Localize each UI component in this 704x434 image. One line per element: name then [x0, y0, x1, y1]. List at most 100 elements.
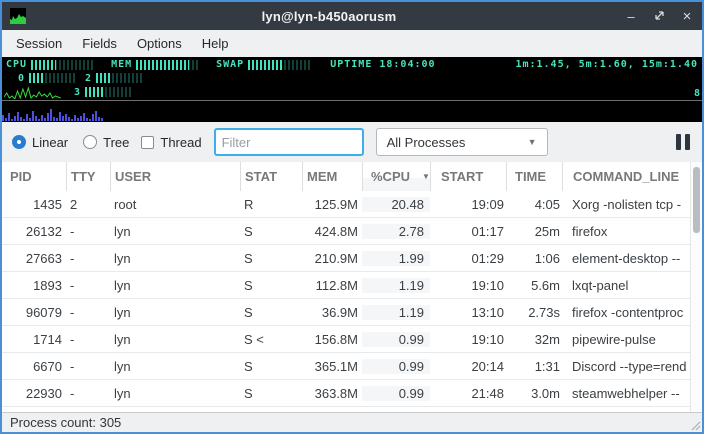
- cell-user: lyn: [110, 305, 240, 320]
- cell-cmd: Xorg -nolisten tcp -: [562, 197, 702, 212]
- minimize-button[interactable]: –: [624, 10, 638, 23]
- thread-checkbox[interactable]: [141, 136, 154, 149]
- cell-time: 32m: [506, 332, 562, 347]
- status-bar: Process count: 305: [2, 412, 702, 432]
- table-row[interactable]: 1893-lynS112.8M1.1919:105.6mlxqt-panel: [2, 272, 702, 299]
- column-header-stat[interactable]: STAT: [240, 162, 302, 191]
- linear-radio[interactable]: [12, 135, 26, 149]
- mem-meter: [136, 60, 198, 70]
- cell-cpu: 0.99: [362, 359, 430, 374]
- cell-time: 25m: [506, 224, 562, 239]
- toolbar: Linear Tree Thread All Processes ▼: [2, 122, 702, 162]
- cell-time: 3.0m: [506, 386, 562, 401]
- cell-time: 4:05: [506, 197, 562, 212]
- cell-start: 19:09: [430, 197, 506, 212]
- cell-time: 5.6m: [506, 278, 562, 293]
- column-header-mem[interactable]: MEM: [302, 162, 362, 191]
- tree-radio[interactable]: [83, 135, 97, 149]
- thread-label: Thread: [160, 135, 201, 150]
- cell-mem: 36.9M: [302, 305, 362, 320]
- cell-tty: -: [66, 332, 110, 347]
- title-bar[interactable]: lyn@lyn-b450aorusm – ×: [2, 2, 702, 30]
- cell-user: lyn: [110, 278, 240, 293]
- table-row[interactable]: 22930-lynS363.8M0.9921:483.0msteamwebhel…: [2, 380, 702, 407]
- table-row[interactable]: 96079-lynS36.9M1.1913:102.73sfirefox -co…: [2, 299, 702, 326]
- table-row[interactable]: 6670-lynS365.1M0.9920:141:31Discord --ty…: [2, 353, 702, 380]
- core0-label: 0: [18, 73, 25, 84]
- column-header-command-line[interactable]: COMMAND_LINE: [562, 162, 702, 191]
- core3-meter: [85, 87, 131, 97]
- mem-label: MEM: [111, 59, 132, 70]
- cell-stat: S: [240, 359, 302, 374]
- close-button[interactable]: ×: [680, 9, 694, 24]
- view-mode-linear[interactable]: Linear: [12, 135, 68, 150]
- table-row[interactable]: 27663-lynS210.9M1.9901:291:06element-des…: [2, 245, 702, 272]
- column-header-label: USER: [115, 169, 151, 184]
- cell-time: 2.73s: [506, 305, 562, 320]
- column-header-pid[interactable]: PID: [2, 162, 66, 191]
- column-header-label: START: [441, 169, 483, 184]
- swap-meter: [248, 60, 310, 70]
- pause-button[interactable]: [676, 134, 690, 150]
- cell-mem: 112.8M: [302, 278, 362, 293]
- resize-grip[interactable]: [689, 419, 701, 431]
- cell-tty: -: [66, 224, 110, 239]
- table-row[interactable]: 26132-lynS424.8M2.7801:1725mfirefox: [2, 218, 702, 245]
- core3-label: 3: [74, 87, 81, 98]
- cell-user: lyn: [110, 359, 240, 374]
- scrollbar-thumb[interactable]: [693, 167, 700, 233]
- thread-toggle[interactable]: Thread: [141, 135, 201, 150]
- cell-user: lyn: [110, 386, 240, 401]
- column-header-start[interactable]: START: [430, 162, 506, 191]
- table-row[interactable]: 14352rootR125.9M20.4819:094:05Xorg -noli…: [2, 191, 702, 218]
- column-header--cpu[interactable]: %CPU▼: [362, 162, 430, 191]
- vertical-scrollbar[interactable]: [690, 162, 702, 412]
- column-header-user[interactable]: USER: [110, 162, 240, 191]
- cell-pid: 22930: [2, 386, 66, 401]
- cell-stat: S: [240, 224, 302, 239]
- cell-mem: 363.8M: [302, 386, 362, 401]
- process-count: Process count: 305: [10, 415, 121, 430]
- view-mode-tree[interactable]: Tree: [83, 135, 129, 150]
- column-header-label: %CPU: [371, 169, 410, 184]
- cell-start: 19:10: [430, 278, 506, 293]
- core0-meter: [29, 73, 75, 83]
- cpu-meter: [31, 60, 93, 70]
- cell-cmd: pipewire-pulse: [562, 332, 702, 347]
- filter-input[interactable]: [214, 128, 364, 156]
- cell-pid: 1435: [2, 197, 66, 212]
- menu-help[interactable]: Help: [192, 32, 239, 55]
- cell-user: lyn: [110, 332, 240, 347]
- cell-tty: -: [66, 305, 110, 320]
- column-header-tty[interactable]: TTY: [66, 162, 110, 191]
- column-header-label: COMMAND_LINE: [573, 169, 679, 184]
- cell-tty: -: [66, 251, 110, 266]
- cell-cmd: firefox: [562, 224, 702, 239]
- table-body: 14352rootR125.9M20.4819:094:05Xorg -noli…: [2, 191, 702, 412]
- cell-start: 13:10: [430, 305, 506, 320]
- cell-mem: 424.8M: [302, 224, 362, 239]
- table-header: PID TTY USER STAT MEM %CPU▼ START TIME COMMAND_L…: [2, 162, 702, 191]
- menu-options[interactable]: Options: [127, 32, 192, 55]
- linear-label: Linear: [32, 135, 68, 150]
- column-header-label: STAT: [245, 169, 277, 184]
- cell-tty: -: [66, 359, 110, 374]
- restore-button[interactable]: [652, 10, 666, 23]
- column-header-label: TTY: [71, 169, 96, 184]
- menu-fields[interactable]: Fields: [72, 32, 127, 55]
- column-header-label: PID: [10, 169, 32, 184]
- cell-cpu: 20.48: [362, 197, 430, 212]
- app-icon: [10, 8, 26, 24]
- cell-cmd: Discord --type=rend: [562, 359, 702, 374]
- table-row[interactable]: 1714-lynS <156.8M0.9919:1032mpipewire-pu…: [2, 326, 702, 353]
- cell-start: 21:48: [430, 386, 506, 401]
- column-header-time[interactable]: TIME: [506, 162, 562, 191]
- cell-user: root: [110, 197, 240, 212]
- process-filter-select[interactable]: All Processes ▼: [376, 128, 548, 156]
- cell-cpu: 2.78: [362, 224, 430, 239]
- core2-label: 2: [85, 73, 92, 84]
- cell-pid: 27663: [2, 251, 66, 266]
- menu-session[interactable]: Session: [6, 32, 72, 55]
- column-header-label: MEM: [307, 169, 337, 184]
- cell-tty: -: [66, 386, 110, 401]
